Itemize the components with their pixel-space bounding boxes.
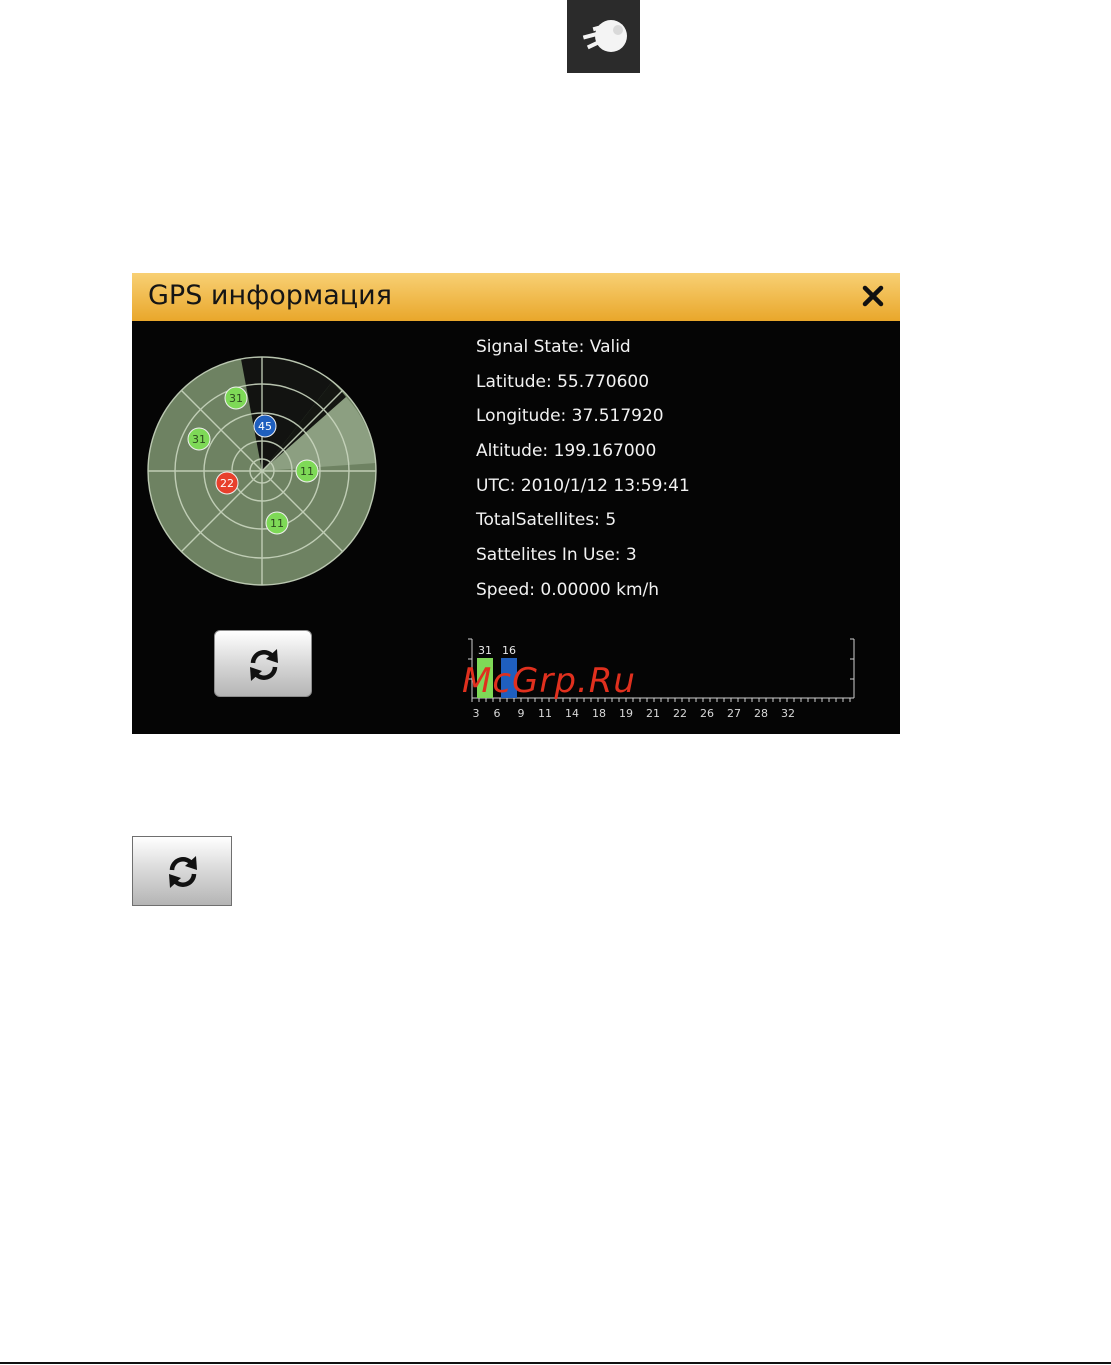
satellite-marker: 31 xyxy=(187,427,211,451)
altitude: Altitude: 199.167000 xyxy=(476,441,657,462)
snr-x-label: 18 xyxy=(592,707,606,720)
snr-x-label: 32 xyxy=(781,707,795,720)
latitude: Latitude: 55.770600 xyxy=(476,371,650,392)
snr-bar-label: 31 xyxy=(478,644,492,657)
dialog-title: GPS информация xyxy=(148,280,392,311)
refresh-button-standalone[interactable] xyxy=(132,836,232,906)
satellite-label: 11 xyxy=(270,517,284,530)
snr-x-label: 14 xyxy=(565,707,579,720)
satellite-marker: 11 xyxy=(295,459,319,483)
satellite-marker: 22 xyxy=(215,471,239,495)
snr-x-label: 21 xyxy=(646,707,660,720)
satellite-label: 22 xyxy=(220,477,234,490)
snr-x-label: 6 xyxy=(494,707,501,720)
snr-x-label: 11 xyxy=(538,707,552,720)
satellite-label: 45 xyxy=(258,420,272,433)
signal-state: Signal State: Valid xyxy=(476,337,631,357)
satellite-label: 31 xyxy=(229,392,243,405)
utc-time: UTC: 2010/1/12 13:59:41 xyxy=(476,475,690,496)
total-satellites: TotalSatellites: 5 xyxy=(476,510,617,531)
snr-x-label: 26 xyxy=(700,707,714,720)
snr-x-label: 3 xyxy=(473,707,480,720)
snr-x-label: 27 xyxy=(727,707,741,720)
satellite-marker: 31 xyxy=(224,386,248,410)
longitude: Longitude: 37.517920 xyxy=(476,406,664,427)
snr-x-label: 19 xyxy=(619,707,633,720)
refresh-icon xyxy=(250,649,278,681)
satellites-in-use: Sattelites In Use: 3 xyxy=(476,545,637,566)
satellite-label: 31 xyxy=(192,433,206,446)
gps-info-dialog: GPS информация 31 31 45 11 22 11 Signal … xyxy=(132,273,900,734)
watermark: McGrp.Ru xyxy=(462,661,636,701)
snr-x-label: 28 xyxy=(754,707,768,720)
dialog-titlebar: GPS информация xyxy=(132,273,900,321)
satellite-radar: 31 31 45 11 22 11 xyxy=(147,356,377,586)
satellite-marker: 45 xyxy=(253,414,277,438)
refresh-button[interactable] xyxy=(214,630,312,697)
speed: Speed: 0.00000 km/h xyxy=(476,579,660,600)
satellite-label: 11 xyxy=(300,465,314,478)
refresh-icon xyxy=(169,856,197,888)
page-bottom-rule xyxy=(0,1362,1111,1364)
snr-x-label: 22 xyxy=(673,707,687,720)
satellite-marker: 11 xyxy=(265,511,289,535)
snr-x-label: 9 xyxy=(518,707,525,720)
close-icon[interactable] xyxy=(860,283,886,309)
gps-info-list: Signal State: Valid Latitude: 55.770600 … xyxy=(476,333,690,611)
satellite-icon xyxy=(567,0,640,73)
snr-bar-label: 16 xyxy=(502,644,516,657)
